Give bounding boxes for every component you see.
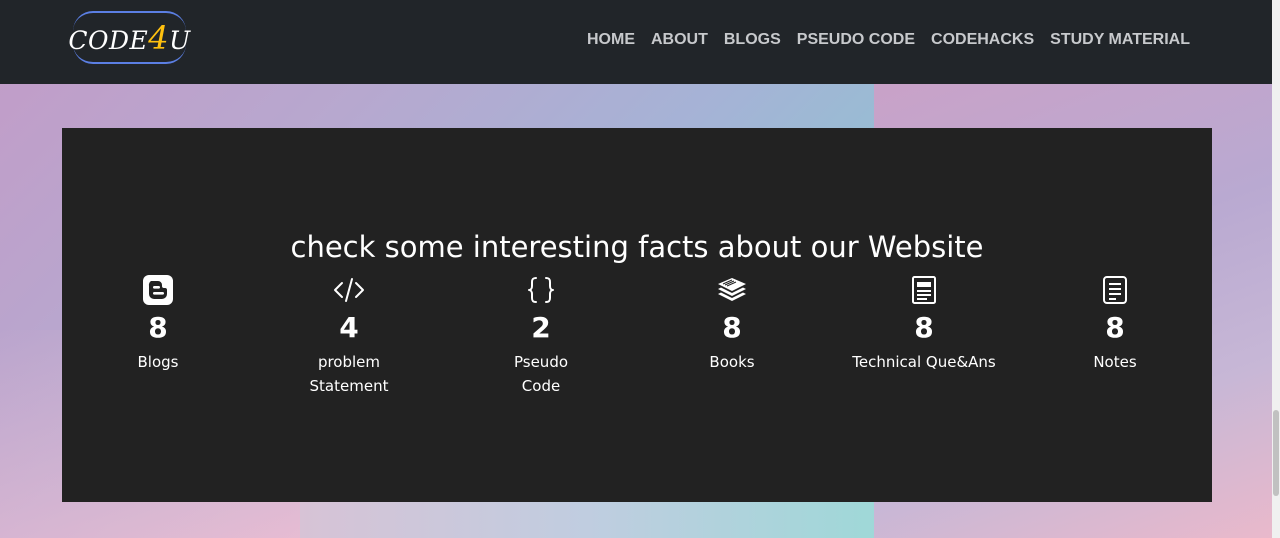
notes-icon <box>1035 274 1195 306</box>
fact-label: Pseudo Code <box>513 353 569 395</box>
fact-count: 8 <box>722 311 742 344</box>
fact-pseudo-code: 2 Pseudo Code <box>461 274 621 398</box>
fact-label: problem Statement <box>309 353 389 395</box>
books-icon <box>652 274 812 306</box>
fact-label: Books <box>709 353 755 371</box>
fact-books: 8 Books <box>652 274 812 374</box>
facts-section: check some interesting facts about our W… <box>62 128 1212 502</box>
nav-home-link[interactable]: HOME <box>587 31 635 49</box>
fact-count: 8 <box>148 311 168 344</box>
fact-label: Technical Que&Ans <box>852 353 996 371</box>
facts-title: check some interesting facts about our W… <box>290 230 984 264</box>
nav-codehacks-link[interactable]: CODEHACKS <box>931 31 1034 49</box>
scrollbar-thumb[interactable] <box>1273 410 1279 496</box>
fact-blogs: 8 Blogs <box>78 274 238 374</box>
nav-about-link[interactable]: ABOUT <box>651 31 708 49</box>
navbar: CODE4U HOME ABOUT BLOGS PSEUDO CODE CODE… <box>0 0 1272 84</box>
fact-notes: 8 Notes <box>1035 274 1195 374</box>
nav-study-material-link[interactable]: STUDY MATERIAL <box>1050 31 1190 49</box>
fact-count: 8 <box>1105 311 1125 344</box>
brand-text: CODE4U <box>68 18 191 57</box>
blogger-icon <box>78 274 238 306</box>
nav-blogs-link[interactable]: BLOGS <box>724 31 781 49</box>
fact-problem-statement: 4 problem Statement <box>269 274 429 398</box>
fact-label: Blogs <box>137 353 179 371</box>
fact-label: Notes <box>1093 353 1137 371</box>
nav-menu: HOME ABOUT BLOGS PSEUDO CODE CODEHACKS S… <box>587 31 1190 49</box>
code-icon <box>269 274 429 306</box>
newspaper-icon <box>844 274 1004 306</box>
fact-count: 8 <box>914 311 934 344</box>
nav-pseudo-code-link[interactable]: PSEUDO CODE <box>797 31 915 49</box>
braces-icon <box>461 274 621 306</box>
brand-logo[interactable]: CODE4U <box>68 11 190 64</box>
fact-count: 2 <box>531 311 551 344</box>
fact-technical-qa: 8 Technical Que&Ans <box>844 274 1004 374</box>
fact-count: 4 <box>339 311 359 344</box>
